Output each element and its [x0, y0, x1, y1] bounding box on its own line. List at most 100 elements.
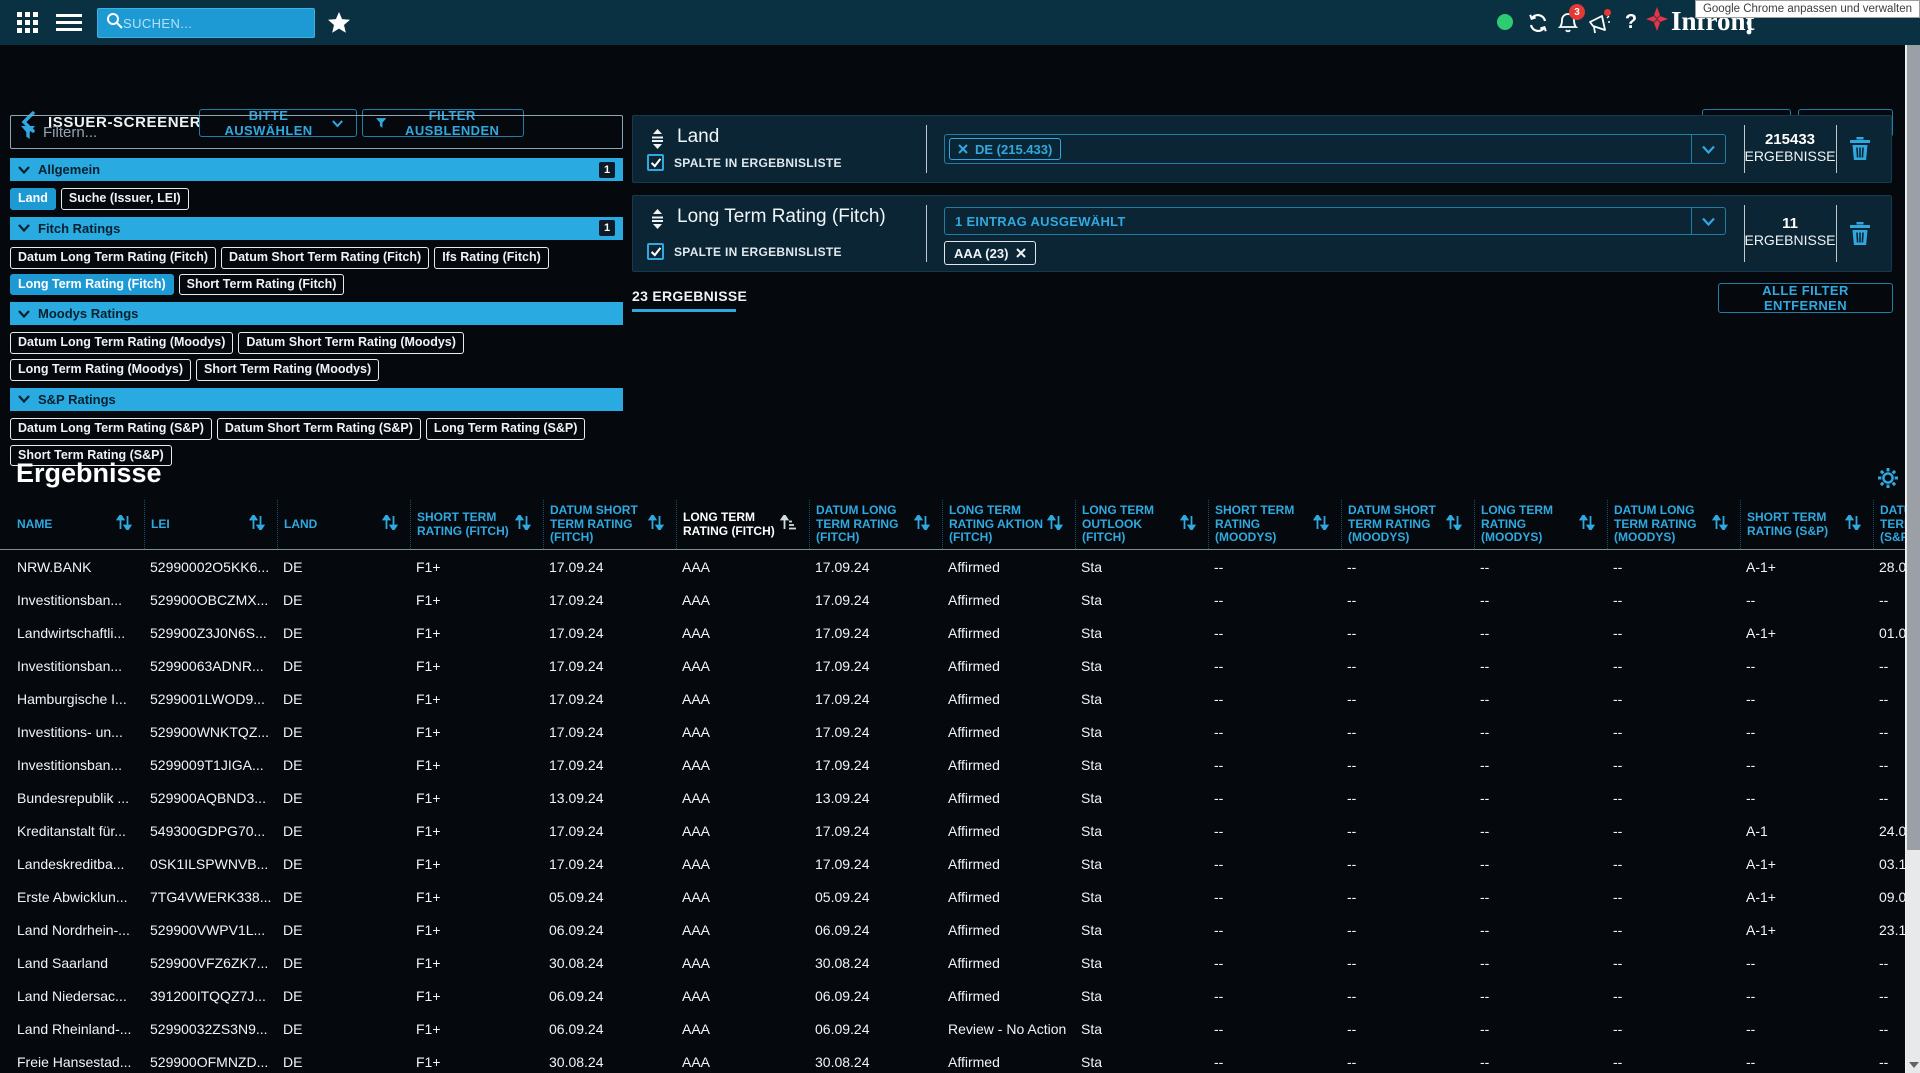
table-row[interactable]: Freie Hansestad...529900OFMNZD...DEF1+30…	[0, 1045, 1905, 1073]
table-row[interactable]: Land Niedersac...391200ITQQZ7J...DEF1+06…	[0, 979, 1905, 1012]
table-settings-gear-icon[interactable]	[1878, 468, 1898, 493]
notifications-bell-icon[interactable]: 3	[1556, 11, 1580, 35]
filter-tag[interactable]: Land	[10, 188, 56, 210]
filter-tag[interactable]: Datum Short Term Rating (Moodys)	[238, 332, 464, 354]
table-row[interactable]: Investitionsban...52990063ADNR...DEF1+17…	[0, 649, 1905, 682]
table-row[interactable]: Investitions- un...529900WNKTQZ...DEF1+1…	[0, 715, 1905, 748]
table-row[interactable]: Land Rheinland-...52990032ZS3N9...DEF1+0…	[0, 1012, 1905, 1045]
table-row[interactable]: NRW.BANK52990002O5KK6...DEF1+17.09.24AAA…	[0, 550, 1905, 583]
dropdown-chevron[interactable]	[1691, 208, 1725, 234]
table-row[interactable]: Investitionsban...5299009T1JIGA...DEF1+1…	[0, 748, 1905, 781]
sort-icon[interactable]	[1180, 515, 1196, 534]
filter-tag[interactable]: Long Term Rating (S&P)	[426, 418, 586, 440]
filter-section-header-3[interactable]: S&P Ratings	[10, 388, 623, 411]
sort-icon[interactable]	[515, 515, 531, 534]
filter-section-header-2[interactable]: Moodys Ratings	[10, 302, 623, 325]
sort-icon[interactable]	[249, 515, 265, 534]
table-row[interactable]: Erste Abwicklun...7TG4VWERK338...DEF1+05…	[0, 880, 1905, 913]
sort-ascending-icon[interactable]	[780, 515, 797, 534]
filter-tag[interactable]: Short Term Rating (Fitch)	[179, 274, 345, 296]
sort-icon[interactable]	[1047, 515, 1063, 534]
table-row[interactable]: Land Saarland529900VFZ6ZK7...DEF1+30.08.…	[0, 946, 1905, 979]
filter-section-tags: Datum Long Term Rating (Moodys)Datum Sho…	[10, 332, 623, 381]
column-header-13[interactable]: SHORT TERM RATING (S&P)	[1740, 500, 1873, 549]
scrollbar-thumb[interactable]	[1907, 45, 1920, 850]
sort-icon[interactable]	[1712, 515, 1728, 534]
filter-tag[interactable]: Long Term Rating (Fitch)	[10, 274, 174, 296]
table-row[interactable]: Bundesrepublik ...529900AQBND3...DEF1+13…	[0, 781, 1905, 814]
table-cell: DE	[277, 691, 410, 707]
vertical-scrollbar[interactable]	[1905, 45, 1920, 1073]
menu-hamburger-icon[interactable]	[55, 13, 83, 33]
table-cell: Affirmed	[942, 559, 1075, 575]
column-header-7[interactable]: LONG TERM RATING AKTION (FITCH)	[942, 500, 1075, 549]
filter-tag[interactable]: Ifs Rating (Fitch)	[434, 247, 549, 269]
table-cell: --	[1740, 592, 1873, 608]
column-header-label: SHORT TERM RATING (FITCH)	[417, 511, 513, 539]
column-header-0[interactable]: NAME	[11, 500, 144, 549]
filter-section-label: Fitch Ratings	[38, 221, 120, 236]
column-header-12[interactable]: DATUM LONG TERM RATING (MOODYS)	[1607, 500, 1740, 549]
dropdown-chevron[interactable]	[1691, 135, 1725, 163]
sort-icon[interactable]	[1313, 515, 1329, 534]
refresh-icon[interactable]	[1526, 11, 1550, 35]
column-header-8[interactable]: LONG TERM OUTLOOK (FITCH)	[1075, 500, 1208, 549]
table-row[interactable]: Investitionsban...529900OBCZMX...DEF1+17…	[0, 583, 1905, 616]
table-row[interactable]: Land Nordrhein-...529900VWPV1L...DEF1+06…	[0, 913, 1905, 946]
column-header-14[interactable]: DATUM SHORT TERM RATING (S&P)	[1873, 500, 1905, 549]
column-checkbox[interactable]	[647, 154, 664, 171]
filter-tag[interactable]: Datum Long Term Rating (Fitch)	[10, 247, 216, 269]
land-filter-dropdown[interactable]: DE (215.433)	[944, 134, 1726, 164]
filter-tag[interactable]: Datum Short Term Rating (Fitch)	[221, 247, 429, 269]
favorites-star-icon[interactable]	[326, 10, 352, 36]
filter-tag[interactable]: Short Term Rating (Moodys)	[196, 359, 379, 381]
column-header-label: NAME	[17, 518, 114, 532]
sort-icon[interactable]	[1446, 515, 1462, 534]
column-header-9[interactable]: SHORT TERM RATING (MOODYS)	[1208, 500, 1341, 549]
column-header-3[interactable]: SHORT TERM RATING (FITCH)	[410, 500, 543, 549]
column-header-6[interactable]: DATUM LONG TERM RATING (FITCH)	[809, 500, 942, 549]
sort-icon[interactable]	[116, 515, 132, 534]
drag-handle-icon[interactable]	[649, 129, 666, 154]
sort-icon[interactable]	[914, 515, 930, 534]
table-row[interactable]: Kreditanstalt für...549300GDPG70...DEF1+…	[0, 814, 1905, 847]
table-cell: --	[1341, 757, 1474, 773]
filter-section-header-0[interactable]: Allgemein1	[10, 158, 623, 181]
total-results-count: 23 ERGEBNISSE	[632, 288, 747, 304]
filter-tag[interactable]: Datum Short Term Rating (S&P)	[217, 418, 421, 440]
app-grid-icon[interactable]	[16, 11, 40, 35]
table-row[interactable]: Landeskreditba...0SK1ILSPWNVB...DEF1+17.…	[0, 847, 1905, 880]
announcements-megaphone-icon[interactable]	[1586, 12, 1612, 36]
table-row[interactable]: Hamburgische I...5299001LWOD9...DEF1+17.…	[0, 682, 1905, 715]
selected-value-chip[interactable]: AAA (23)	[944, 241, 1036, 265]
remove-filter-trash-icon[interactable]	[1849, 221, 1871, 251]
column-header-5[interactable]: LONG TERM RATING (FITCH)	[676, 500, 809, 549]
table-cell: --	[1873, 658, 1905, 674]
column-checkbox[interactable]	[647, 243, 664, 260]
filter-tag[interactable]: Suche (Issuer, LEI)	[61, 188, 189, 210]
help-icon[interactable]: ?	[1620, 9, 1642, 35]
table-row[interactable]: Landwirtschaftli...529900Z3J0N6S...DEF1+…	[0, 616, 1905, 649]
column-header-1[interactable]: LEI	[144, 500, 277, 549]
filter-search-input[interactable]	[43, 124, 603, 141]
filter-section-header-1[interactable]: Fitch Ratings1	[10, 217, 623, 240]
sort-icon[interactable]	[648, 515, 664, 534]
drag-handle-icon[interactable]	[649, 209, 666, 234]
column-header-11[interactable]: LONG TERM RATING (MOODYS)	[1474, 500, 1607, 549]
filter-tag[interactable]: Long Term Rating (Moodys)	[10, 359, 191, 381]
column-header-2[interactable]: LAND	[277, 500, 410, 549]
scrollbar-down-arrow[interactable]	[1909, 1062, 1919, 1068]
remove-filter-trash-icon[interactable]	[1849, 136, 1871, 166]
selected-value-chip[interactable]: DE (215.433)	[949, 138, 1061, 160]
column-header-4[interactable]: DATUM SHORT TERM RATING (FITCH)	[543, 500, 676, 549]
clear-all-filters-button[interactable]: ALLE FILTER ENTFERNEN	[1718, 283, 1893, 313]
filter-tag[interactable]: Datum Long Term Rating (S&P)	[10, 418, 212, 440]
column-header-10[interactable]: DATUM SHORT TERM RATING (MOODYS)	[1341, 500, 1474, 549]
sort-icon[interactable]	[1845, 515, 1861, 534]
sort-icon[interactable]	[1579, 515, 1595, 534]
search-input[interactable]	[123, 16, 293, 31]
rating-filter-dropdown[interactable]: 1 EINTRAG AUSGEWÄHLT	[944, 207, 1726, 235]
sort-icon[interactable]	[382, 515, 398, 534]
column-header-label: LONG TERM RATING (MOODYS)	[1481, 504, 1577, 545]
filter-tag[interactable]: Datum Long Term Rating (Moodys)	[10, 332, 233, 354]
